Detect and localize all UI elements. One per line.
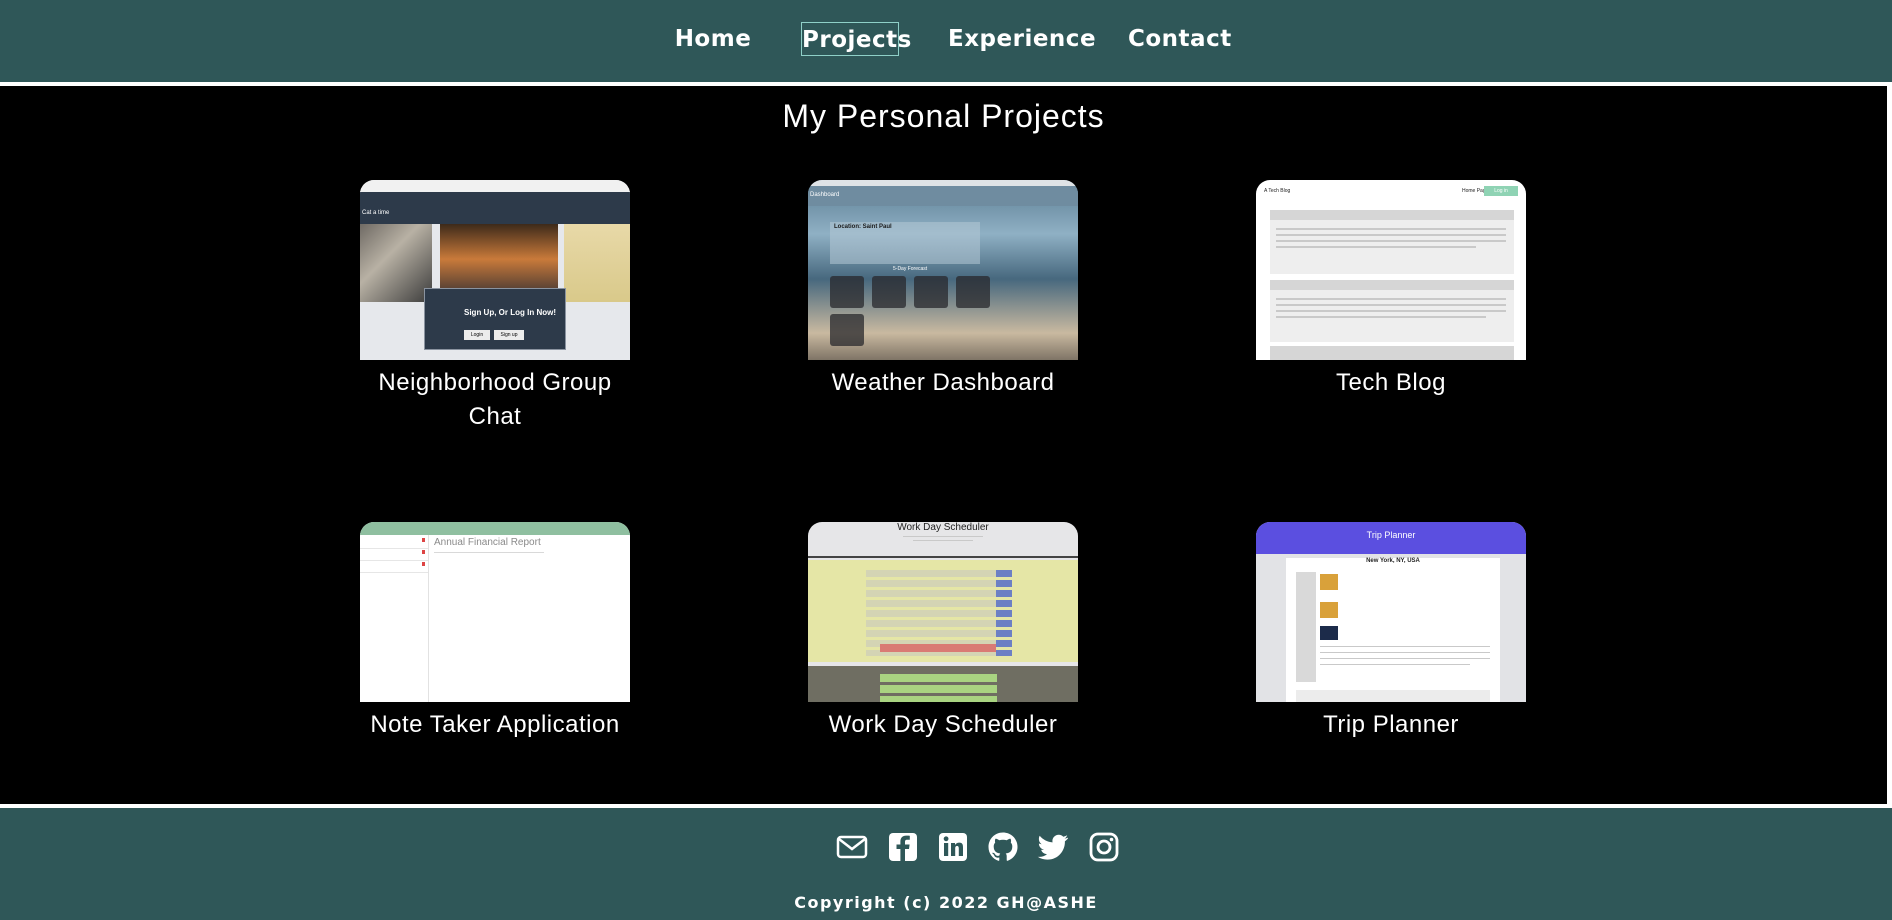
facebook-icon[interactable]: [886, 830, 920, 864]
project-card-work-day-scheduler[interactable]: Work Day Scheduler Work Day Scheduler: [808, 522, 1078, 742]
project-card-tech-blog[interactable]: A Tech Blog Home Page Log in Tech Blog: [1256, 180, 1526, 400]
project-title: Neighborhood Group Chat: [378, 369, 612, 430]
thumb-brand: A Tech Blog: [1264, 188, 1291, 194]
project-card-weather-dashboard[interactable]: Dashboard Location: Saint Paul 5-Day For…: [808, 180, 1078, 400]
projects-section: My Personal Projects Cat a time Sign Up,…: [0, 86, 1887, 804]
project-title: Tech Blog: [1336, 369, 1446, 396]
project-card-neighborhood-chat[interactable]: Cat a time Sign Up, Or Log In Now! Login…: [360, 180, 630, 434]
footer: Copyright (c) 2022 GH@ASHE: [0, 808, 1892, 920]
instagram-icon[interactable]: [1087, 830, 1121, 864]
project-thumbnail[interactable]: Dashboard Location: Saint Paul 5-Day For…: [808, 180, 1078, 360]
nav-contact[interactable]: Contact: [1128, 22, 1231, 56]
project-card-note-taker[interactable]: Annual Financial Report Note Taker Appli…: [360, 522, 630, 742]
project-thumbnail[interactable]: Annual Financial Report: [360, 522, 630, 702]
thumb-heading: Location: Saint Paul: [834, 224, 892, 230]
thumb-heading: Annual Financial Report: [434, 537, 541, 548]
project-card-trip-planner[interactable]: Trip Planner New York, NY, USA Trip Plan…: [1256, 522, 1526, 742]
project-thumbnail[interactable]: Cat a time Sign Up, Or Log In Now! Login…: [360, 180, 630, 360]
project-thumbnail[interactable]: Work Day Scheduler: [808, 522, 1078, 702]
thumb-signup-button: Sign up: [494, 330, 524, 340]
copyright-text: Copyright (c) 2022 GH@ASHE: [794, 893, 1098, 912]
thumb-heading: Work Day Scheduler: [897, 522, 989, 533]
thumb-location: New York, NY, USA: [1366, 558, 1420, 564]
linkedin-icon[interactable]: [936, 830, 970, 864]
project-title: Note Taker Application: [370, 711, 620, 738]
project-thumbnail[interactable]: A Tech Blog Home Page Log in: [1256, 180, 1526, 360]
nav-experience[interactable]: Experience: [948, 22, 1096, 56]
mail-icon[interactable]: [835, 830, 869, 864]
twitter-icon[interactable]: [1036, 830, 1070, 864]
thumb-heading: Sign Up, Or Log In Now!: [464, 308, 556, 317]
top-nav: Home Projects Experience Contact: [0, 0, 1892, 82]
thumb-caption: Cat a time: [362, 210, 390, 216]
nav-projects[interactable]: Projects: [801, 22, 911, 56]
project-title: Weather Dashboard: [831, 369, 1055, 396]
nav-home[interactable]: Home: [672, 22, 754, 56]
thumb-caption: Dashboard: [810, 192, 840, 198]
thumb-heading: Trip Planner: [1366, 530, 1416, 540]
right-edge: [1887, 86, 1892, 804]
thumb-login-button: Log in: [1484, 186, 1518, 196]
github-icon[interactable]: [986, 830, 1020, 864]
thumb-login-button: Login: [464, 330, 490, 340]
page-title: My Personal Projects: [782, 98, 1105, 134]
project-title: Trip Planner: [1323, 711, 1459, 738]
project-title: Work Day Scheduler: [828, 711, 1058, 738]
project-thumbnail[interactable]: Trip Planner New York, NY, USA: [1256, 522, 1526, 702]
thumb-subheading: 5-Day Forecast: [893, 266, 928, 272]
